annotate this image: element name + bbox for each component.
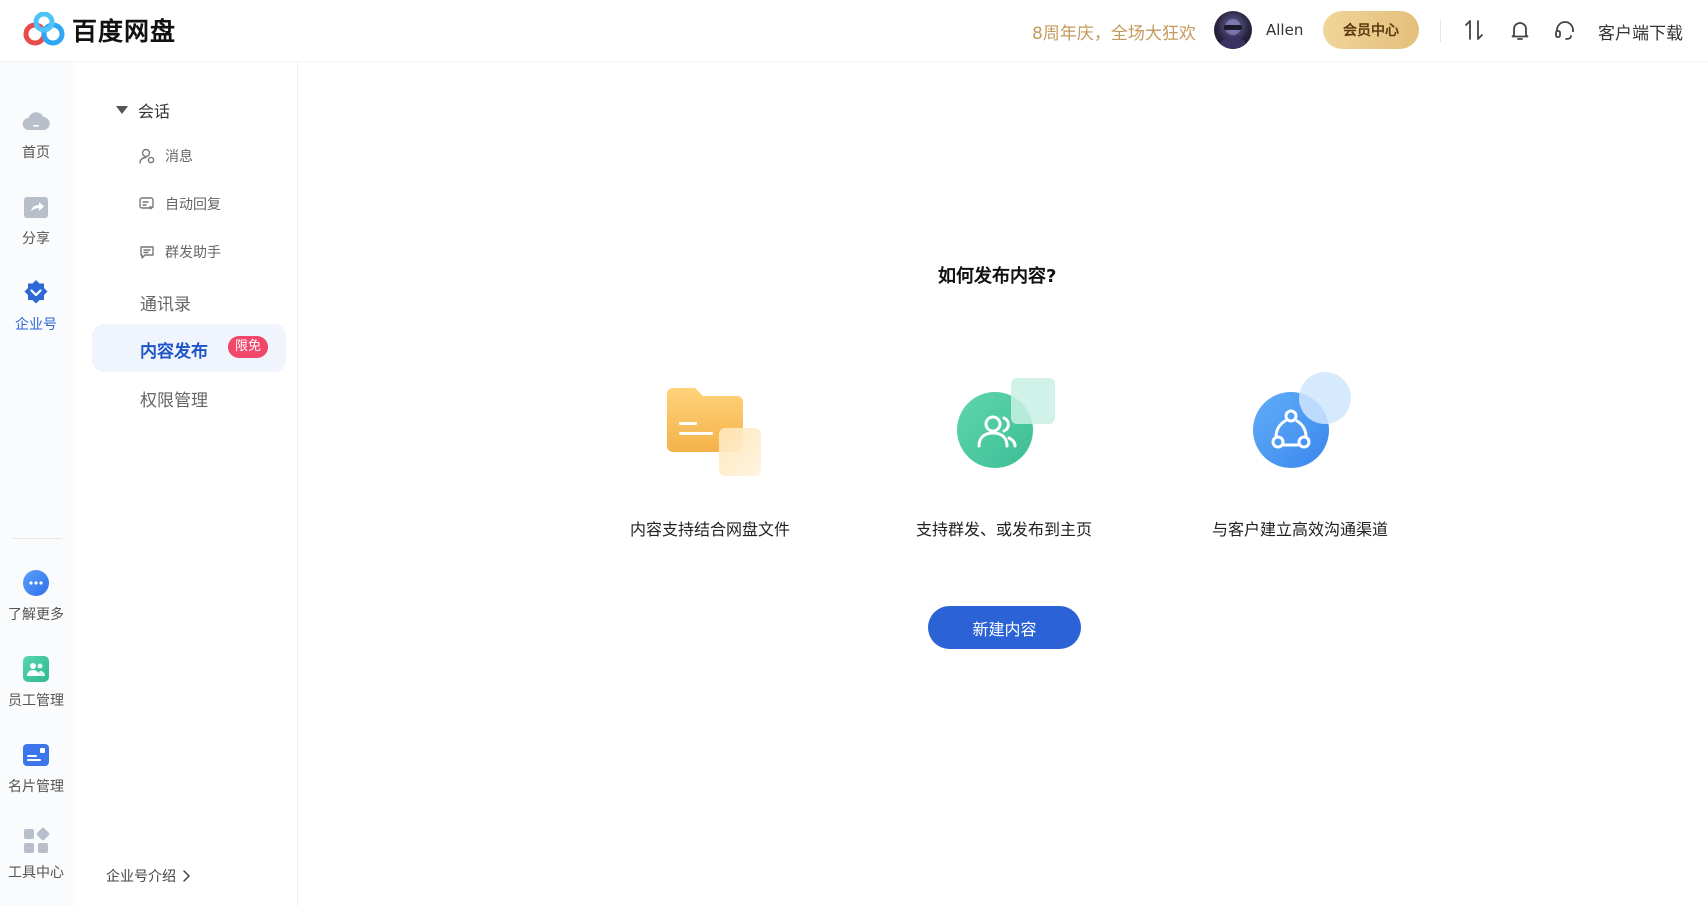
left-rail: 首页 分享 企业号 了解更多 员工管理 名片管理 工具中心 <box>0 62 76 906</box>
chevron-right-icon <box>183 870 190 882</box>
rail-item-cards[interactable]: 名片管理 <box>0 740 72 796</box>
page-title: 如何发布内容? <box>938 266 1057 287</box>
intro-label: 企业号介绍 <box>106 869 176 885</box>
sidebar-item-broadcast[interactable]: 群发助手 <box>138 242 221 262</box>
feature-files: 内容支持结合网盘文件 <box>590 372 830 540</box>
headset-icon[interactable] <box>1553 18 1577 42</box>
vip-center-button[interactable]: 会员中心 <box>1323 11 1419 49</box>
promo-link[interactable]: 8周年庆，全场大狂欢 <box>1032 19 1196 44</box>
group-label: 会话 <box>138 102 171 121</box>
feature-caption: 与客户建立高效沟通渠道 <box>1211 520 1388 539</box>
triangle-down-icon <box>116 106 128 114</box>
username[interactable]: Allen <box>1266 21 1303 39</box>
rail-label: 首页 <box>22 145 50 161</box>
rail-item-home[interactable]: 首页 <box>0 106 72 162</box>
sidebar-item-label: 自动回复 <box>165 197 221 213</box>
avatar-image-icon <box>1219 19 1247 49</box>
rail-label: 工具中心 <box>8 865 64 881</box>
baidu-netdisk-logo[interactable]: 百度网盘 <box>22 12 176 48</box>
sidebar-item-permissions[interactable]: 权限管理 <box>140 386 208 411</box>
rail-item-enterprise[interactable]: 企业号 <box>0 278 72 334</box>
client-download-link[interactable]: 客户端下载 <box>1598 19 1683 44</box>
rail-item-tools[interactable]: 工具中心 <box>0 826 72 882</box>
sidebar-item-label: 内容发布 <box>140 342 208 362</box>
transfer-icon[interactable] <box>1462 18 1486 42</box>
feature-caption: 支持群发、或发布到主页 <box>915 520 1092 539</box>
group-icon <box>957 378 1055 468</box>
share-icon <box>24 197 48 218</box>
rail-divider <box>12 538 62 539</box>
user-msg-icon <box>139 148 155 164</box>
feature-channels: 与客户建立高效沟通渠道 <box>1180 372 1420 540</box>
more-icon <box>23 570 49 596</box>
rail-label: 分享 <box>22 231 50 247</box>
feature-caption: 内容支持结合网盘文件 <box>629 520 790 539</box>
enterprise-icon <box>24 280 48 304</box>
card-icon <box>23 744 49 766</box>
sidebar-item-messages[interactable]: 消息 <box>138 146 193 166</box>
sidebar-item-auto-reply[interactable]: 自动回复 <box>138 194 221 214</box>
cloud-icon <box>22 112 50 131</box>
sidebar-item-label: 群发助手 <box>165 245 221 261</box>
rail-item-learn-more[interactable]: 了解更多 <box>0 568 72 624</box>
free-badge: 限免 <box>228 336 269 358</box>
rail-item-staff[interactable]: 员工管理 <box>0 654 72 710</box>
bell-icon[interactable] <box>1508 18 1532 42</box>
top-header: 百度网盘 8周年庆，全场大狂欢 Allen 会员中心 客户端下载 <box>0 0 1708 62</box>
rail-item-share[interactable]: 分享 <box>0 192 72 248</box>
sidebar-item-content-publish[interactable]: 内容发布 限免 <box>92 324 286 372</box>
rail-label: 员工管理 <box>8 693 64 709</box>
new-content-button[interactable]: 新建内容 <box>928 606 1081 649</box>
enterprise-intro-link[interactable]: 企业号介绍 <box>106 866 192 886</box>
session-group-toggle[interactable]: 会话 <box>116 98 170 122</box>
staff-icon <box>23 656 49 682</box>
logo-icon <box>23 12 65 46</box>
folder-icon <box>667 388 761 476</box>
share-network-icon <box>1253 372 1351 468</box>
logo-text: 百度网盘 <box>72 17 177 46</box>
auto-reply-icon <box>139 197 154 210</box>
rail-label: 名片管理 <box>8 779 64 795</box>
sidebar-item-contacts[interactable]: 通讯录 <box>140 290 191 315</box>
feature-broadcast: 支持群发、或发布到主页 <box>884 372 1124 540</box>
sidebar-item-label: 消息 <box>165 149 193 165</box>
broadcast-icon <box>140 246 154 259</box>
rail-label: 了解更多 <box>8 607 64 623</box>
rail-label: 企业号 <box>15 317 57 333</box>
tools-icon <box>24 827 50 853</box>
header-divider <box>1440 20 1441 42</box>
avatar[interactable] <box>1214 11 1252 49</box>
enterprise-sidebar: 会话 消息 自动回复 群发助手 通讯录 内容发布 限免 权限管理 企业号介绍 <box>76 62 298 906</box>
